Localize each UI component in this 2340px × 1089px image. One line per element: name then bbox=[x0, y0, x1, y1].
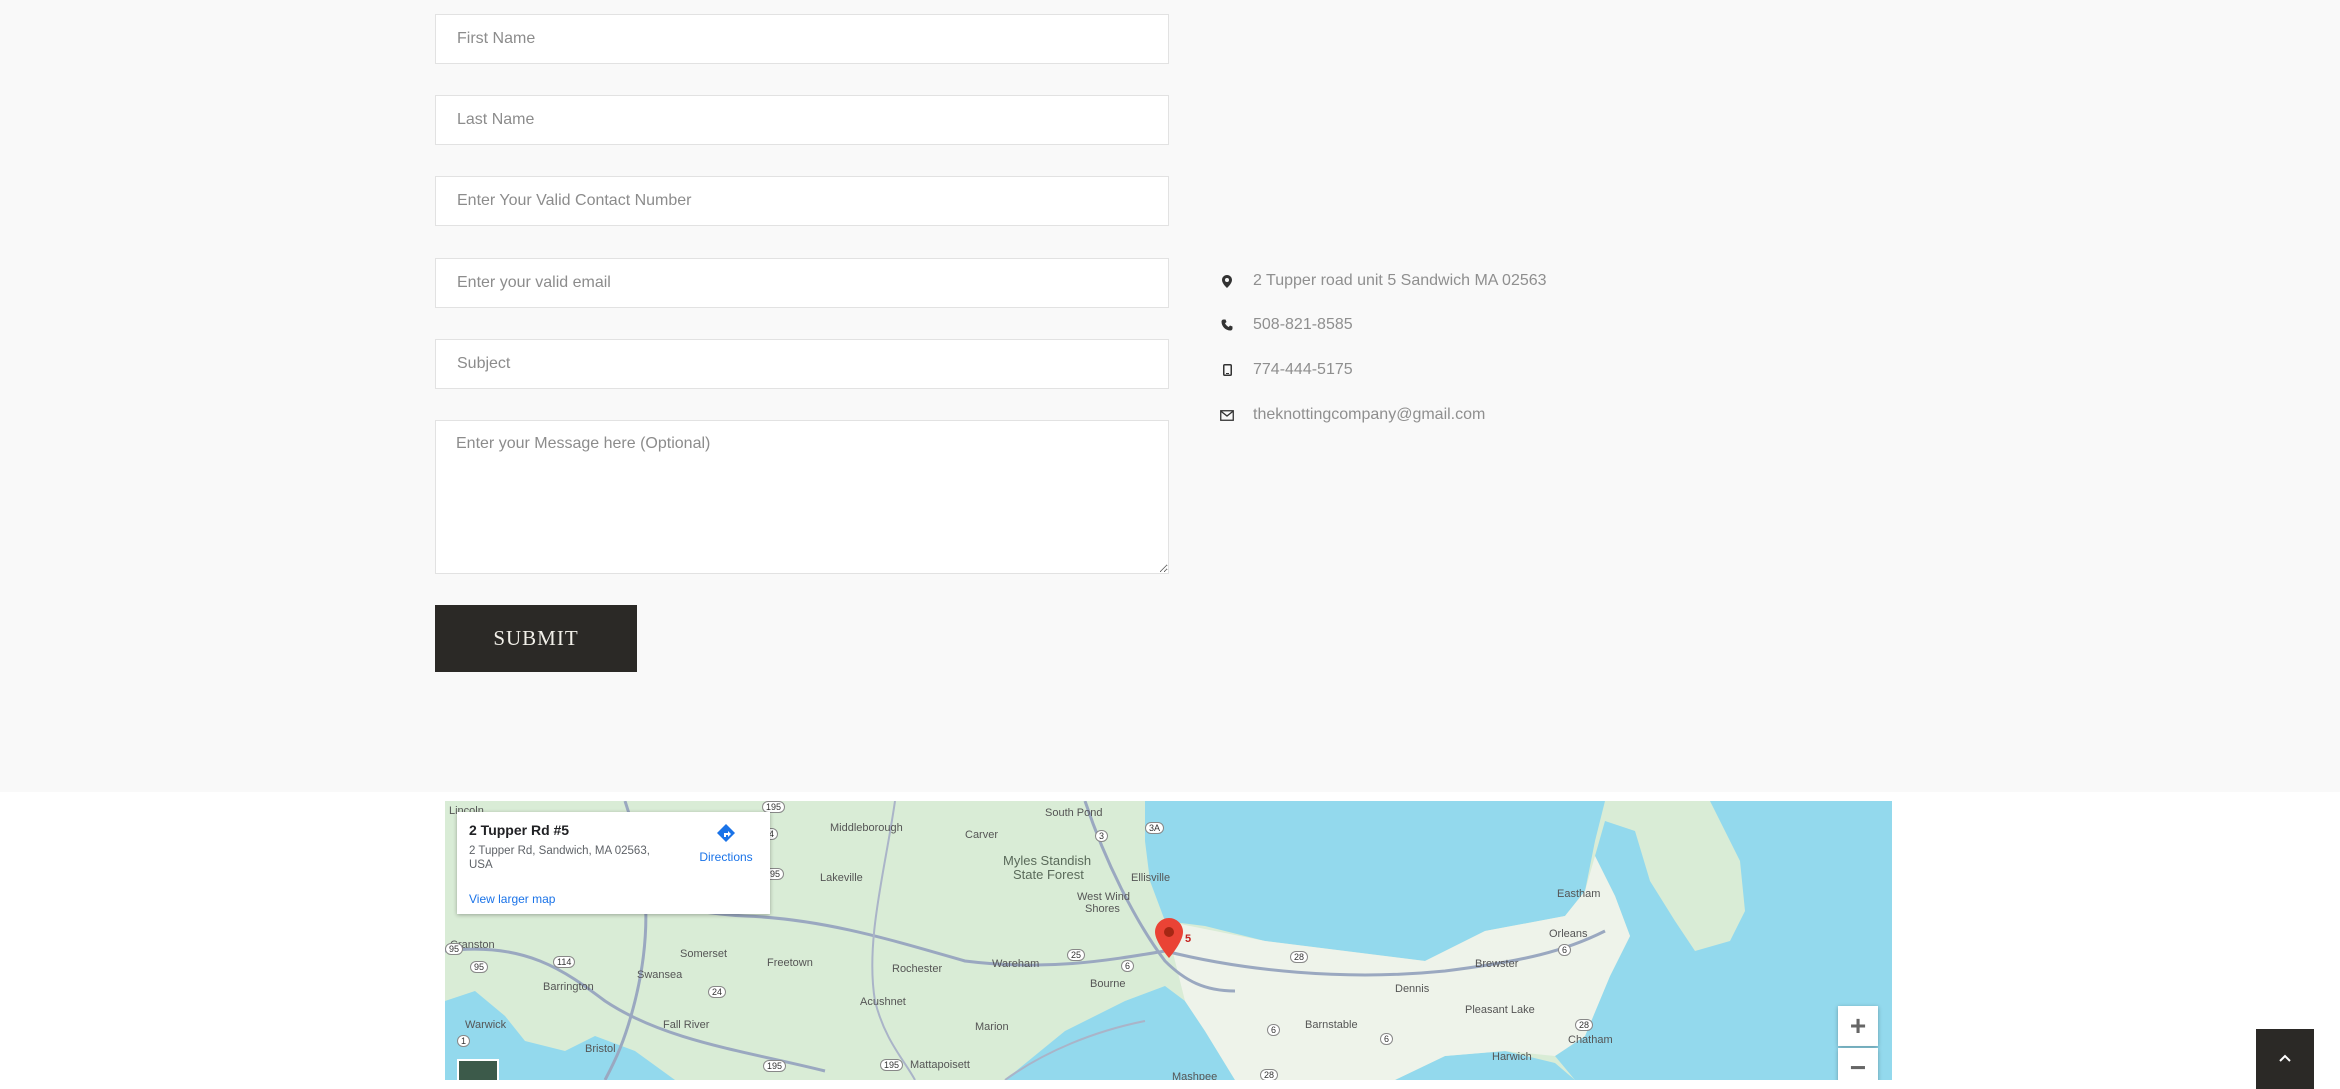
contact-phone: 508-821-8585 bbox=[1253, 316, 1353, 333]
map-place: West Wind bbox=[1077, 891, 1130, 903]
envelope-icon bbox=[1220, 408, 1234, 422]
map-place: Harwich bbox=[1492, 1051, 1532, 1063]
map-place: Barnstable bbox=[1305, 1019, 1358, 1031]
route-shield: 95 bbox=[470, 961, 489, 973]
route-shield: 3A bbox=[1145, 822, 1165, 834]
view-larger-map-link[interactable]: View larger map bbox=[469, 892, 555, 906]
zoom-in-button[interactable]: + bbox=[1838, 1006, 1878, 1046]
route-shield: 1 bbox=[457, 1035, 471, 1047]
first-name-field[interactable] bbox=[435, 14, 1169, 64]
map-place: Orleans bbox=[1549, 928, 1588, 940]
message-field[interactable] bbox=[435, 420, 1169, 574]
directions-label: Directions bbox=[699, 850, 753, 864]
map-place: Marion bbox=[975, 1021, 1009, 1033]
contact-section-background bbox=[0, 0, 2340, 792]
route-shield: 6 bbox=[1558, 944, 1572, 956]
route-shield: 28 bbox=[1260, 1069, 1279, 1080]
map-place: Shores bbox=[1085, 903, 1120, 915]
route-shield: 95 bbox=[445, 943, 464, 955]
contact-email-row: theknottingcompany@gmail.com bbox=[1220, 403, 1485, 427]
map-place: Wareham bbox=[992, 958, 1040, 970]
contact-number-field[interactable] bbox=[435, 176, 1169, 226]
route-shield: 114 bbox=[553, 956, 576, 968]
subject-field[interactable] bbox=[435, 339, 1169, 389]
place-info-card: 2 Tupper Rd #5 2 Tupper Rd, Sandwich, MA… bbox=[457, 812, 770, 914]
route-shield: 28 bbox=[1290, 951, 1309, 963]
map-place: Bristol bbox=[585, 1043, 616, 1055]
route-shield: 3 bbox=[1095, 830, 1109, 842]
map-place: Chatham bbox=[1568, 1034, 1613, 1046]
phone-icon bbox=[1220, 318, 1234, 332]
route-shield: 28 bbox=[1575, 1019, 1594, 1031]
last-name-field[interactable] bbox=[435, 95, 1169, 145]
zoom-out-button[interactable]: − bbox=[1838, 1048, 1878, 1080]
contact-mobile: 774-444-5175 bbox=[1253, 361, 1353, 378]
route-shield: 195 bbox=[763, 1060, 787, 1072]
chevron-up-icon bbox=[2279, 1049, 2291, 1067]
map-place: Lakeville bbox=[820, 872, 863, 884]
map-place: Freetown bbox=[767, 957, 813, 969]
map-pin-label: 5 bbox=[1185, 933, 1192, 945]
submit-button[interactable]: SUBMIT bbox=[435, 605, 637, 672]
map-place: Middleborough bbox=[830, 822, 903, 834]
map-place: Warwick bbox=[465, 1019, 507, 1031]
map-place: Acushnet bbox=[860, 996, 906, 1008]
map-type-toggle[interactable] bbox=[457, 1059, 499, 1080]
place-title: 2 Tupper Rd #5 bbox=[469, 822, 570, 838]
contact-mobile-row: 774-444-5175 bbox=[1220, 358, 1353, 382]
map-place: Ellisville bbox=[1131, 872, 1171, 884]
map-place: Bourne bbox=[1090, 978, 1126, 990]
contact-address: 2 Tupper road unit 5 Sandwich MA 02563 bbox=[1253, 272, 1547, 289]
map-pin-icon[interactable] bbox=[1155, 918, 1183, 963]
map-place: Barrington bbox=[543, 981, 594, 993]
map-place: Somerset bbox=[680, 948, 728, 960]
map-place: Mashpee bbox=[1172, 1071, 1218, 1080]
map-place: Brewster bbox=[1475, 958, 1519, 970]
map-place: Eastham bbox=[1557, 888, 1601, 900]
mobile-phone-icon bbox=[1220, 363, 1234, 377]
map-place: State Forest bbox=[1013, 867, 1084, 882]
google-map-embed[interactable]: South Pond Carver Middleborough Lakevill… bbox=[445, 801, 1892, 1080]
directions-button[interactable]: Directions bbox=[691, 823, 761, 864]
place-address: 2 Tupper Rd, Sandwich, MA 02563, USA bbox=[469, 845, 650, 871]
scroll-to-top-button[interactable] bbox=[2256, 1029, 2314, 1089]
route-shield: 6 bbox=[1380, 1033, 1394, 1045]
map-place: Carver bbox=[965, 829, 999, 841]
route-shield: 24 bbox=[708, 986, 727, 998]
map-place: South Pond bbox=[1045, 807, 1103, 819]
route-shield: 6 bbox=[1267, 1024, 1281, 1036]
route-shield: 25 bbox=[1067, 949, 1086, 961]
map-place: Swansea bbox=[637, 969, 683, 981]
map-marker-icon bbox=[1220, 274, 1234, 288]
contact-email: theknottingcompany@gmail.com bbox=[1253, 406, 1486, 423]
map-place: Dennis bbox=[1395, 983, 1430, 995]
map-place: Rochester bbox=[892, 963, 943, 975]
map-place: Mattapoisett bbox=[910, 1059, 970, 1071]
directions-icon bbox=[716, 824, 736, 847]
contact-phone-row: 508-821-8585 bbox=[1220, 313, 1353, 337]
map-place: Pleasant Lake bbox=[1465, 1004, 1535, 1016]
route-shield: 195 bbox=[880, 1059, 904, 1071]
contact-address-row: 2 Tupper road unit 5 Sandwich MA 02563 bbox=[1220, 269, 1547, 293]
map-place: Fall River bbox=[663, 1019, 710, 1031]
map-place: Myles Standish bbox=[1003, 853, 1092, 868]
route-shield: 6 bbox=[1121, 960, 1135, 972]
email-field[interactable] bbox=[435, 258, 1169, 308]
